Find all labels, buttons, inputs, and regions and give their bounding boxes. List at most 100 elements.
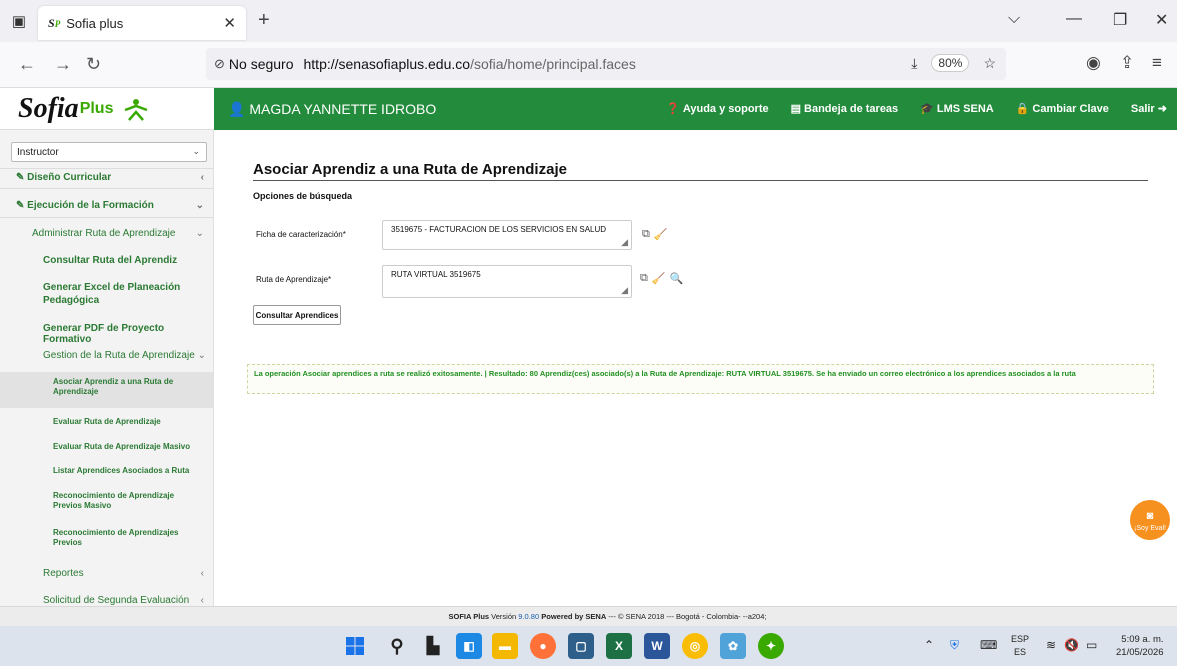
- restore-icon[interactable]: ❐: [1113, 10, 1127, 30]
- select-popup-icon[interactable]: ⧉: [640, 272, 648, 285]
- forward-icon[interactable]: →: [54, 54, 72, 75]
- excel-icon[interactable]: X: [606, 633, 632, 659]
- chevron-up-icon[interactable]: ⌃: [924, 638, 934, 652]
- lock-icon: 🔒: [1015, 103, 1030, 115]
- sidebar-item-asociar-aprendiz[interactable]: Asociar Aprendiz a una Ruta de Aprendiza…: [53, 377, 203, 398]
- page-footer: SOFIA Plus Versión 9.0.80 Powered by SEN…: [0, 606, 1177, 626]
- windows-taskbar: ⚲ ▙ ◧ ▬ ● ▢ X W ◎ ✿ ✦ ⌃ ⛨ ⌨ ESP ES ≋ 🔇 ▭ …: [0, 626, 1177, 666]
- edit-icon: ✎: [16, 200, 25, 211]
- not-secure-label: No seguro: [228, 56, 294, 72]
- browser-navbar: ← → ↻ ⊘ No seguro http://senasofiaplus.e…: [0, 42, 1177, 88]
- sidebar-item-administrar-ruta[interactable]: Administrar Ruta de Aprendizaje ⌄: [32, 228, 213, 239]
- logout-link[interactable]: Salir ➜: [1131, 102, 1167, 115]
- resize-grip-icon: ◢: [621, 236, 628, 247]
- paint-icon[interactable]: ✿: [720, 633, 746, 659]
- clear-broom-icon[interactable]: 🧹: [654, 228, 668, 241]
- ruta-textarea[interactable]: RUTA VIRTUAL 3519675 ◢: [382, 265, 632, 298]
- lms-link[interactable]: 🎓 LMS SENA: [920, 102, 994, 115]
- sidebar-item-listar-aprendices[interactable]: Listar Aprendices Asociados a Ruta: [53, 466, 213, 475]
- sidebar-item-evaluar-masivo[interactable]: Evaluar Ruta de Aprendizaje Masivo: [53, 442, 213, 451]
- browser-tab[interactable]: SP Sofia plus ✕: [38, 6, 246, 40]
- chevron-left-icon: ‹: [200, 568, 204, 579]
- window-close-icon[interactable]: ✕: [1155, 10, 1168, 30]
- minimize-icon[interactable]: —: [1066, 10, 1082, 28]
- graduation-cap-icon: 🎓: [920, 103, 934, 115]
- ficha-label: Ficha de caracterización*: [256, 230, 346, 239]
- consultar-aprendices-button[interactable]: Consultar Aprendices: [253, 305, 341, 325]
- sofia-plus-logo[interactable]: Sofia Plus: [0, 88, 214, 130]
- search-options-heading: Opciones de búsqueda: [253, 191, 353, 201]
- sidebar-item-evaluar-ruta[interactable]: Evaluar Ruta de Aprendizaje: [53, 417, 213, 426]
- file-explorer-icon[interactable]: ▬: [492, 633, 518, 659]
- tasks-link[interactable]: ▤ Bandeja de tareas: [791, 102, 899, 115]
- title-divider: [253, 180, 1148, 181]
- chevron-down-icon: ⌄: [197, 350, 206, 361]
- select-popup-icon[interactable]: ⧉: [642, 228, 650, 241]
- sidebar-item-diseno-curricular[interactable]: ✎ Diseño Curricular ‹: [16, 172, 213, 183]
- account-icon[interactable]: ◉: [1086, 53, 1101, 73]
- url-host: http://senasofiaplus.edu.co: [303, 56, 471, 72]
- success-message: La operación Asociar aprendices a ruta s…: [247, 364, 1154, 394]
- sidebar-item-reconocimiento-previos[interactable]: Reconocimiento de Aprendizajes Previos: [53, 528, 203, 549]
- widgets-icon[interactable]: ◧: [456, 633, 482, 659]
- help-link[interactable]: ❓ Ayuda y soporte: [666, 102, 768, 115]
- favicon: SP: [48, 15, 61, 30]
- share-icon[interactable]: ⇪: [1120, 53, 1134, 73]
- word-icon[interactable]: W: [644, 633, 670, 659]
- clock[interactable]: 5:09 a. m. 21/05/2026: [1116, 633, 1164, 659]
- robot-face-icon: ◙: [1146, 510, 1154, 522]
- sidebar-item-reconocimiento-masivo[interactable]: Reconocimiento de Aprendizaje Previos Ma…: [53, 491, 203, 512]
- app-header: Sofia Plus 👤 MAGDA YANNETTE IDROBO ❓ Ayuda…: [0, 88, 1177, 130]
- battery-icon[interactable]: ▭: [1086, 638, 1097, 652]
- main-content: Asociar Aprendiz a una Ruta de Aprendiza…: [214, 130, 1177, 606]
- sidebar-item-consultar-ruta[interactable]: Consultar Ruta del Aprendiz: [43, 255, 213, 266]
- search-icon[interactable]: ⚲: [384, 633, 410, 659]
- download-page-icon[interactable]: ⤓: [911, 55, 917, 72]
- sidebar-item-segunda-evaluacion[interactable]: Solicitud de Segunda Evaluación ‹: [43, 595, 213, 606]
- chevron-left-icon: ‹: [200, 172, 204, 183]
- menu-icon[interactable]: ≡: [1152, 53, 1162, 73]
- back-icon[interactable]: ←: [18, 54, 36, 75]
- sena-app-icon[interactable]: ✦: [758, 633, 784, 659]
- language-indicator[interactable]: ESP ES: [1011, 633, 1029, 659]
- chevron-down-icon: ⌄: [192, 146, 200, 156]
- reload-icon[interactable]: ↻: [86, 54, 101, 75]
- sidebar: Instructor ⌄ ✎ Diseño Curricular ‹ ✎ Ejecu…: [0, 130, 214, 606]
- tab-title: Sofia plus: [66, 15, 124, 31]
- keyboard-icon[interactable]: ⌨: [980, 638, 997, 652]
- url-path: /sofia/home/principal.faces: [470, 56, 636, 72]
- tab-close-icon[interactable]: ✕: [223, 14, 236, 32]
- logout-icon: ➜: [1157, 103, 1167, 115]
- bookmark-star-icon[interactable]: ☆: [983, 55, 996, 72]
- security-icon[interactable]: ⛨: [950, 638, 959, 653]
- zoom-level[interactable]: 80%: [931, 54, 970, 72]
- address-bar[interactable]: ⊘ No seguro http://senasofiaplus.edu.co …: [206, 48, 1006, 80]
- change-password-link[interactable]: 🔒 Cambiar Clave: [1016, 102, 1109, 115]
- clear-broom-icon[interactable]: 🧹: [652, 272, 666, 285]
- sidebar-item-ejecucion[interactable]: ✎ Ejecución de la Formación ⌄: [16, 200, 213, 211]
- sidebar-item-reportes[interactable]: Reportes ‹: [43, 568, 213, 579]
- chevron-left-icon: ‹: [200, 595, 204, 606]
- volume-muted-icon[interactable]: 🔇: [1064, 638, 1079, 652]
- task-view-icon[interactable]: ▙: [420, 633, 446, 659]
- wifi-icon[interactable]: ≋: [1046, 638, 1056, 652]
- sidebar-item-generar-pdf[interactable]: Generar PDF de Proyecto Formativo: [43, 323, 213, 345]
- firefox-icon[interactable]: ●: [530, 633, 556, 659]
- windows-start-icon[interactable]: [342, 633, 368, 659]
- chevron-down-icon[interactable]: ⌵: [1008, 10, 1020, 28]
- app-window-icon[interactable]: ▢: [568, 633, 594, 659]
- sidebar-item-generar-excel[interactable]: Generar Excel de Planeación Pedagógica: [43, 281, 198, 307]
- not-secure-icon[interactable]: ⊘: [214, 56, 225, 72]
- search-icon[interactable]: 🔍: [670, 272, 684, 285]
- resize-grip-icon: ◢: [621, 284, 628, 295]
- soy-eval-chat-button[interactable]: ◙ ¡Soy Eval!: [1130, 500, 1170, 540]
- user-name: 👤 MAGDA YANNETTE IDROBO: [228, 101, 437, 117]
- role-select[interactable]: Instructor ⌄: [11, 142, 207, 162]
- sidebar-item-gestion-ruta[interactable]: Gestion de la Ruta de Aprendizaje ⌄: [43, 350, 213, 361]
- new-tab-icon[interactable]: +: [258, 9, 270, 32]
- chrome-icon[interactable]: ◎: [682, 633, 708, 659]
- ficha-textarea[interactable]: 3519675 - FACTURACION DE LOS SERVICIOS E…: [382, 220, 632, 250]
- tab-list-icon[interactable]: ▣: [8, 10, 30, 32]
- ruta-label: Ruta de Aprendizaje*: [256, 275, 332, 284]
- browser-tabbar: ▣ SP Sofia plus ✕ + ⌵ — ❐ ✕: [0, 0, 1177, 42]
